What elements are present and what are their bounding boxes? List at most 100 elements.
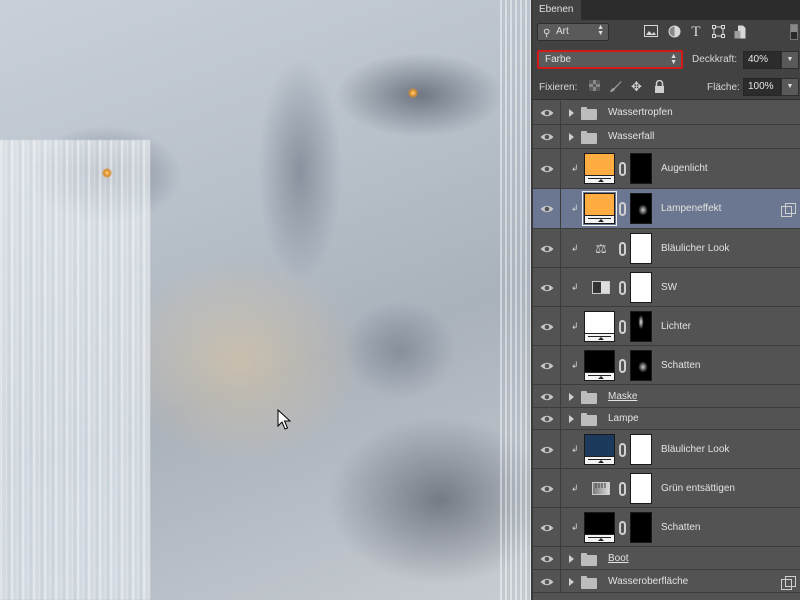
tab-layers[interactable]: Ebenen xyxy=(533,0,581,20)
expand-arrow-icon[interactable] xyxy=(569,554,574,563)
link-chain-icon[interactable] xyxy=(619,280,626,295)
layer-mask-thumbnail[interactable] xyxy=(630,310,652,342)
expand-arrow-icon[interactable] xyxy=(569,415,574,423)
hue-saturation-icon[interactable] xyxy=(591,481,611,496)
visibility-toggle[interactable] xyxy=(533,189,561,228)
layer-name[interactable]: Lampe xyxy=(608,413,639,424)
layer-thumbnail[interactable] xyxy=(584,310,615,342)
expand-arrow-icon[interactable] xyxy=(569,392,574,401)
expand-arrow-icon[interactable] xyxy=(569,133,574,141)
layer-row[interactable]: ↲ Lichter xyxy=(533,307,800,346)
link-chain-icon[interactable] xyxy=(619,241,626,256)
filter-kind-select[interactable]: ⚲ Art ▲ ▼ xyxy=(537,23,609,41)
layer-name[interactable]: Bläulicher Look xyxy=(661,444,729,455)
layer-name[interactable]: Maske xyxy=(608,391,637,402)
layer-name[interactable]: Boot xyxy=(608,553,629,564)
layer-name[interactable]: Schatten xyxy=(661,360,700,371)
visibility-toggle[interactable] xyxy=(533,346,561,384)
opacity-input[interactable]: 40% xyxy=(743,51,781,69)
filter-toggle-switch[interactable] xyxy=(790,24,798,40)
layer-mask-thumbnail[interactable] xyxy=(630,433,652,465)
layer-mask-thumbnail[interactable] xyxy=(630,232,652,264)
expand-arrow-icon[interactable] xyxy=(569,577,574,586)
layer-group-row[interactable]: Boot xyxy=(533,547,800,570)
link-chain-icon[interactable] xyxy=(619,358,626,373)
link-chain-icon[interactable] xyxy=(619,520,626,535)
layer-group-row[interactable]: Wasserfall xyxy=(533,125,800,149)
layer-row[interactable]: ↲ Schatten xyxy=(533,346,800,385)
layer-thumbnail[interactable] xyxy=(582,191,617,226)
visibility-toggle[interactable] xyxy=(533,229,561,267)
layer-mask-thumbnail[interactable] xyxy=(630,349,652,381)
visibility-toggle[interactable] xyxy=(533,570,561,592)
layer-name[interactable]: Wassertropfen xyxy=(608,107,673,118)
layer-name[interactable]: Augenlicht xyxy=(661,163,708,174)
layer-row[interactable]: ↲ Lampeneffekt xyxy=(533,189,800,229)
layer-mask-thumbnail[interactable] xyxy=(630,153,652,184)
layer-row[interactable]: ↲ Grün entsättigen xyxy=(533,469,800,508)
lock-transparency-icon[interactable] xyxy=(588,80,601,93)
layer-mask-thumbnail[interactable] xyxy=(630,511,652,543)
layers-panel: Ebenen ⚲ Art ▲ ▼ T Farbe ▲ ▼ Deckkraft: 40… xyxy=(531,0,800,600)
layer-thumbnail[interactable] xyxy=(584,349,615,381)
adjustment-filter-icon[interactable] xyxy=(667,25,681,39)
layer-name[interactable]: Lampeneffekt xyxy=(661,203,721,214)
layer-name[interactable]: Schatten xyxy=(661,522,700,533)
layer-thumbnail[interactable] xyxy=(584,433,615,465)
link-chain-icon[interactable] xyxy=(619,442,626,457)
layer-name[interactable]: Bläulicher Look xyxy=(661,243,729,254)
layer-group-row[interactable]: Wassertropfen xyxy=(533,101,800,125)
visibility-toggle[interactable] xyxy=(533,149,561,188)
fill-dropdown-button[interactable]: ▼ xyxy=(781,78,799,96)
visibility-toggle[interactable] xyxy=(533,430,561,468)
visibility-toggle[interactable] xyxy=(533,469,561,507)
layer-name[interactable]: Wasserfall xyxy=(608,131,654,142)
layer-mask-thumbnail[interactable] xyxy=(630,472,652,504)
opacity-dropdown-button[interactable]: ▼ xyxy=(781,51,799,69)
link-chain-icon[interactable] xyxy=(619,162,626,176)
balance-icon[interactable]: ⚖ xyxy=(591,241,611,256)
layer-mask-thumbnail[interactable] xyxy=(630,271,652,303)
visibility-toggle[interactable] xyxy=(533,307,561,345)
visibility-toggle[interactable] xyxy=(533,268,561,306)
visibility-toggle[interactable] xyxy=(533,408,561,429)
blend-mode-select[interactable]: Farbe ▲ ▼ xyxy=(537,50,683,69)
layer-name[interactable]: Grün entsättigen xyxy=(661,483,735,494)
layer-name[interactable]: Lichter xyxy=(661,321,691,332)
link-chain-icon[interactable] xyxy=(619,319,626,334)
visibility-toggle[interactable] xyxy=(533,385,561,407)
shape-filter-icon[interactable] xyxy=(711,25,725,39)
lock-all-padlock-icon[interactable] xyxy=(653,79,666,93)
lock-position-move-icon[interactable]: ✥ xyxy=(630,80,643,93)
layer-row[interactable]: ↲ Augenlicht xyxy=(533,149,800,189)
waterfall-edge-effect xyxy=(500,0,531,600)
layer-name[interactable]: Wasseroberfläche xyxy=(608,576,688,587)
updown-arrows-icon: ▲ ▼ xyxy=(670,53,677,66)
document-canvas[interactable] xyxy=(0,0,531,600)
smart-object-filter-icon[interactable] xyxy=(733,25,747,39)
visibility-toggle[interactable] xyxy=(533,547,561,569)
layer-mask-thumbnail[interactable] xyxy=(630,193,652,224)
black-white-icon[interactable] xyxy=(591,280,611,295)
lock-pixels-brush-icon[interactable] xyxy=(609,80,622,93)
image-filter-icon[interactable] xyxy=(644,25,658,39)
visibility-toggle[interactable] xyxy=(533,125,561,148)
layer-row[interactable]: ↲ Bläulicher Look xyxy=(533,430,800,469)
layer-row[interactable]: ↲ ⚖ Bläulicher Look xyxy=(533,229,800,268)
layer-group-row[interactable]: Wasseroberfläche xyxy=(533,570,800,593)
expand-arrow-icon[interactable] xyxy=(569,109,574,117)
layer-row[interactable]: ↲ SW xyxy=(533,268,800,307)
type-filter-icon[interactable]: T xyxy=(689,25,703,40)
layer-row[interactable]: ↲ Schatten xyxy=(533,508,800,547)
gradient-fill-indicator xyxy=(585,455,614,464)
link-chain-icon[interactable] xyxy=(619,481,626,496)
link-chain-icon[interactable] xyxy=(619,202,626,216)
visibility-toggle[interactable] xyxy=(533,508,561,546)
layer-group-row[interactable]: Lampe xyxy=(533,408,800,430)
visibility-toggle[interactable] xyxy=(533,101,561,124)
layer-thumbnail[interactable] xyxy=(584,511,615,543)
layer-group-row[interactable]: Maske xyxy=(533,385,800,408)
layer-name[interactable]: SW xyxy=(661,282,677,293)
fill-input[interactable]: 100% xyxy=(743,78,781,96)
layer-thumbnail[interactable] xyxy=(584,153,615,184)
